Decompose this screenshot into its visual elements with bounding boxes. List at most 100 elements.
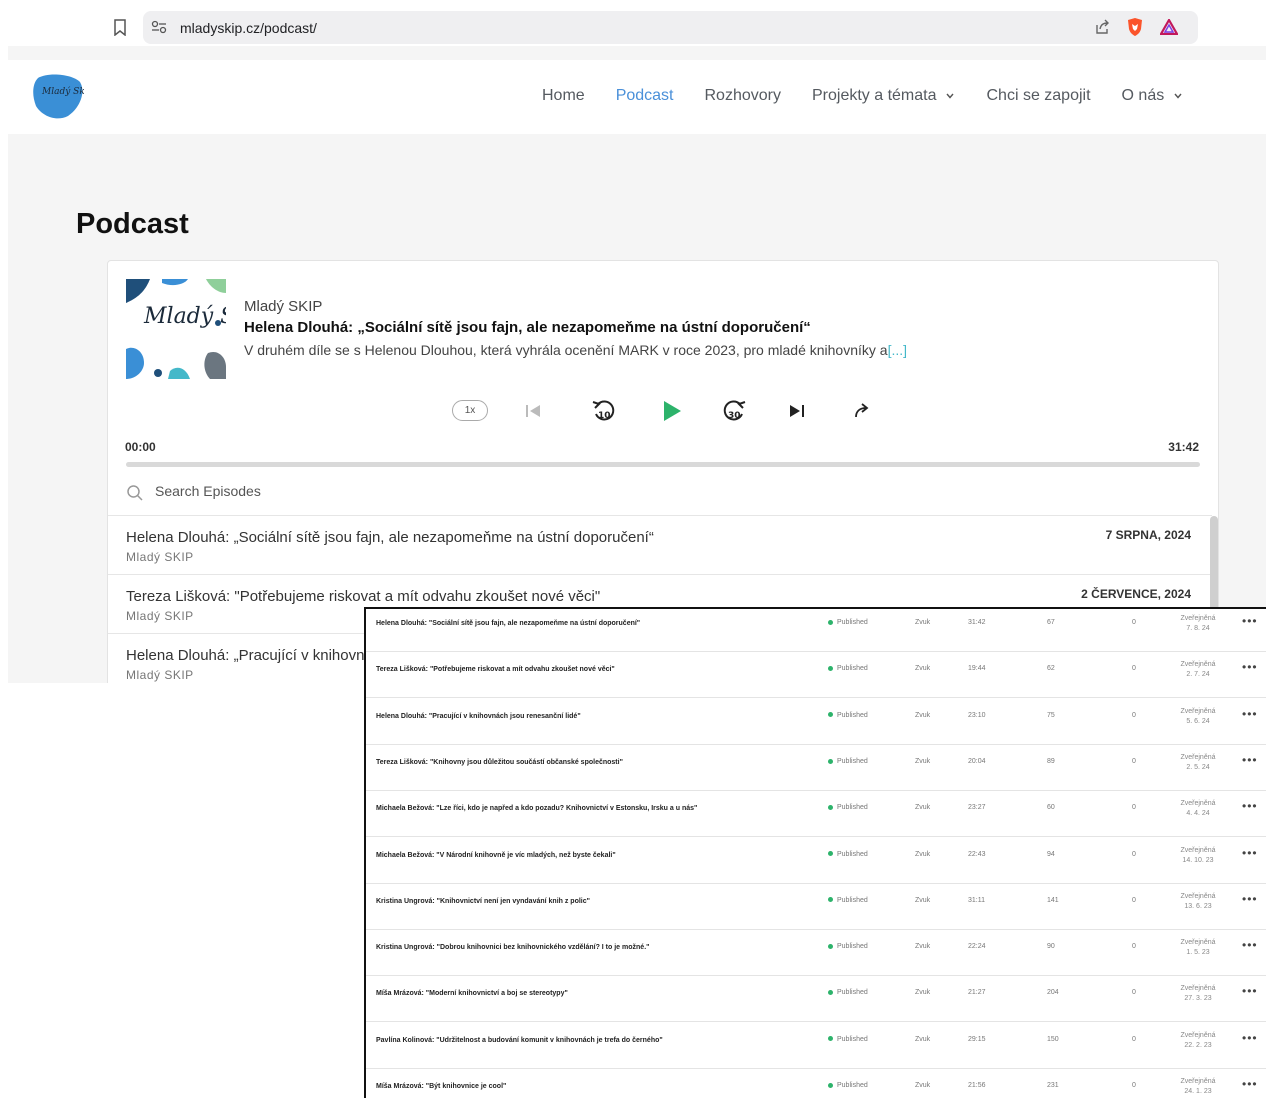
- published-date: 27. 3. 23: [1184, 995, 1212, 1003]
- published-date: 4. 4. 24: [1186, 810, 1210, 818]
- nav-home[interactable]: Home: [542, 87, 585, 105]
- status-label: Published: [837, 665, 868, 673]
- table-row[interactable]: Michaela Bežová: "Lze říci, kdo je napře…: [366, 791, 1266, 838]
- table-row[interactable]: Tereza Lišková: "Potřebujeme riskovat a …: [366, 652, 1266, 699]
- table-row[interactable]: Míša Mrázová: "Být knihovnice je cool" Pu…: [366, 1069, 1266, 1098]
- status-label: Published: [837, 1035, 868, 1043]
- mlady-skip-logo[interactable]: Mladý Skip: [32, 72, 84, 120]
- published-label: Zveřejněná: [1180, 985, 1216, 993]
- more-options-icon[interactable]: •••: [1242, 1031, 1258, 1045]
- status-label: Published: [837, 1082, 868, 1089]
- share-episode-icon[interactable]: [852, 401, 872, 421]
- table-cell-published: Zveřejněná 24. 1. 23: [1174, 1077, 1222, 1097]
- status-label: Published: [837, 850, 868, 858]
- more-options-icon[interactable]: •••: [1242, 892, 1258, 906]
- chevron-down-icon[interactable]: [945, 91, 955, 101]
- table-cell-count: 0: [1132, 1082, 1136, 1089]
- table-cell-title[interactable]: Míša Mrázová: "Moderní knihovnictví a bo…: [376, 990, 568, 997]
- status-dot-icon: [828, 758, 833, 764]
- table-cell-plays: 75: [1047, 711, 1055, 719]
- table-row[interactable]: Tereza Lišková: "Knihovny jsou důležitou…: [366, 745, 1266, 791]
- table-cell-title[interactable]: Tereza Lišková: "Potřebujeme riskovat a …: [376, 666, 615, 673]
- more-options-icon[interactable]: •••: [1242, 707, 1258, 721]
- more-options-icon[interactable]: •••: [1242, 846, 1258, 860]
- progress-bar[interactable]: [126, 462, 1200, 467]
- episode-title[interactable]: Tereza Lišková: "Potřebujeme riskovat a …: [126, 588, 600, 605]
- table-row[interactable]: Míša Mrázová: "Moderní knihovnictví a bo…: [366, 976, 1266, 1023]
- nav-o-nas[interactable]: O nás: [1122, 87, 1184, 105]
- table-row[interactable]: Pavlína Kolinová: "Udržitelnost a budová…: [366, 1023, 1266, 1069]
- episode-date: 2 ČERVENCE, 2024: [1081, 587, 1191, 601]
- next-episode-icon[interactable]: [788, 402, 806, 420]
- nav-o-nas-label[interactable]: O nás: [1122, 87, 1165, 105]
- published-label: Zveřejněná: [1180, 753, 1216, 761]
- more-options-icon[interactable]: •••: [1242, 614, 1258, 628]
- bookmark-icon[interactable]: [113, 19, 127, 36]
- playback-speed-button[interactable]: 1x: [452, 400, 488, 421]
- nav-projekty-label[interactable]: Projekty a témata: [812, 87, 937, 105]
- published-date: 1. 5. 23: [1186, 949, 1210, 957]
- more-options-icon[interactable]: •••: [1242, 938, 1258, 952]
- table-cell-type: Zvuk: [915, 619, 931, 626]
- table-cell-title[interactable]: Kristina Ungrová: "Knihovnictví není jen…: [376, 898, 590, 905]
- more-options-icon[interactable]: •••: [1242, 660, 1258, 674]
- table-row[interactable]: Kristina Ungrová: "Dobrou knihovnici bez…: [366, 930, 1266, 977]
- rewind-10-icon[interactable]: 10: [590, 398, 618, 424]
- play-icon[interactable]: [660, 399, 684, 423]
- table-cell-published: Zveřejněná 1. 5. 23: [1174, 938, 1222, 958]
- url-text[interactable]: mladyskip.cz/podcast/: [180, 20, 317, 36]
- table-row[interactable]: Helena Dlouhá: "Sociální sítě jsou fajn,…: [366, 609, 1266, 652]
- published-label: Zveřejněná: [1180, 1078, 1216, 1085]
- episode-row[interactable]: Helena Dlouhá: „Sociální sítě jsou fajn,…: [108, 515, 1212, 574]
- previous-episode-icon[interactable]: [524, 402, 542, 420]
- chevron-down-icon[interactable]: [1173, 91, 1183, 101]
- more-options-icon[interactable]: •••: [1242, 753, 1258, 767]
- site-settings-icon[interactable]: [151, 20, 167, 34]
- address-bar[interactable]: mladyskip.cz/podcast/: [143, 11, 1198, 44]
- table-row[interactable]: Helena Dlouhá: "Pracující v knihovnách j…: [366, 699, 1266, 745]
- status-dot-icon: [828, 712, 833, 718]
- published-date: 24. 1. 23: [1184, 1088, 1212, 1095]
- table-cell-plays: 89: [1047, 757, 1055, 765]
- nav-zapojit-label[interactable]: Chci se zapojit: [986, 87, 1090, 105]
- nav-home-label[interactable]: Home: [542, 87, 585, 105]
- table-cell-title[interactable]: Helena Dlouhá: "Pracující v knihovnách j…: [376, 713, 581, 720]
- share-icon[interactable]: [1094, 19, 1110, 35]
- table-cell-title[interactable]: Michaela Bežová: "Lze říci, kdo je napře…: [376, 805, 697, 812]
- table-row[interactable]: Kristina Ungrová: "Knihovnictví není jen…: [366, 884, 1266, 930]
- table-cell-title[interactable]: Kristina Ungrová: "Dobrou knihovnici bez…: [376, 944, 649, 951]
- current-time: 00:00: [125, 440, 156, 454]
- main-navigation: Home Podcast Rozhovory Projekty a témata…: [542, 87, 1214, 105]
- status-badge: Published: [828, 1036, 868, 1043]
- episode-date: 7 SRPNA, 2024: [1105, 528, 1191, 542]
- nav-zapojit[interactable]: Chci se zapojit: [986, 87, 1090, 105]
- more-options-icon[interactable]: •••: [1242, 799, 1258, 813]
- search-episodes-input[interactable]: [155, 483, 455, 499]
- nav-projekty[interactable]: Projekty a témata: [812, 87, 956, 105]
- nav-podcast-label[interactable]: Podcast: [616, 87, 674, 105]
- table-row[interactable]: Michaela Bežová: "V Národní knihovně je …: [366, 838, 1266, 884]
- published-label: Zveřejněná: [1180, 939, 1216, 947]
- table-cell-title[interactable]: Míša Mrázová: "Být knihovnice je cool": [376, 1083, 506, 1090]
- table-cell-title[interactable]: Tereza Lišková: "Knihovny jsou důležitou…: [376, 759, 623, 766]
- more-options-icon[interactable]: •••: [1242, 984, 1258, 998]
- table-cell-type: Zvuk: [915, 1035, 931, 1043]
- nav-rozhovory[interactable]: Rozhovory: [705, 87, 781, 105]
- episode-title[interactable]: Helena Dlouhá: „Sociální sítě jsou fajn,…: [126, 529, 654, 546]
- read-more-link[interactable]: [...]: [888, 342, 907, 358]
- table-cell-count: 0: [1132, 1035, 1136, 1043]
- more-options-icon[interactable]: •••: [1242, 1077, 1258, 1091]
- brave-shield-icon[interactable]: [1126, 17, 1144, 37]
- table-cell-title[interactable]: Helena Dlouhá: "Sociální sítě jsou fajn,…: [376, 620, 640, 627]
- browser-toolbar: mladyskip.cz/podcast/: [0, 0, 1266, 50]
- table-cell-type: Zvuk: [915, 943, 931, 951]
- svg-text:Mladý Skip: Mladý Skip: [143, 304, 226, 329]
- published-date: 14. 10. 23: [1182, 856, 1214, 864]
- forward-30-icon[interactable]: 30: [720, 398, 748, 424]
- rewards-triangle-icon[interactable]: [1160, 19, 1178, 35]
- website-viewport: Mladý Skip Home Podcast Rozhovory Projek…: [8, 46, 1266, 683]
- nav-podcast[interactable]: Podcast: [616, 87, 674, 105]
- nav-rozhovory-label[interactable]: Rozhovory: [705, 87, 781, 105]
- table-cell-title[interactable]: Michaela Bežová: "V Národní knihovně je …: [376, 852, 616, 859]
- table-cell-title[interactable]: Pavlína Kolinová: "Udržitelnost a budová…: [376, 1037, 663, 1044]
